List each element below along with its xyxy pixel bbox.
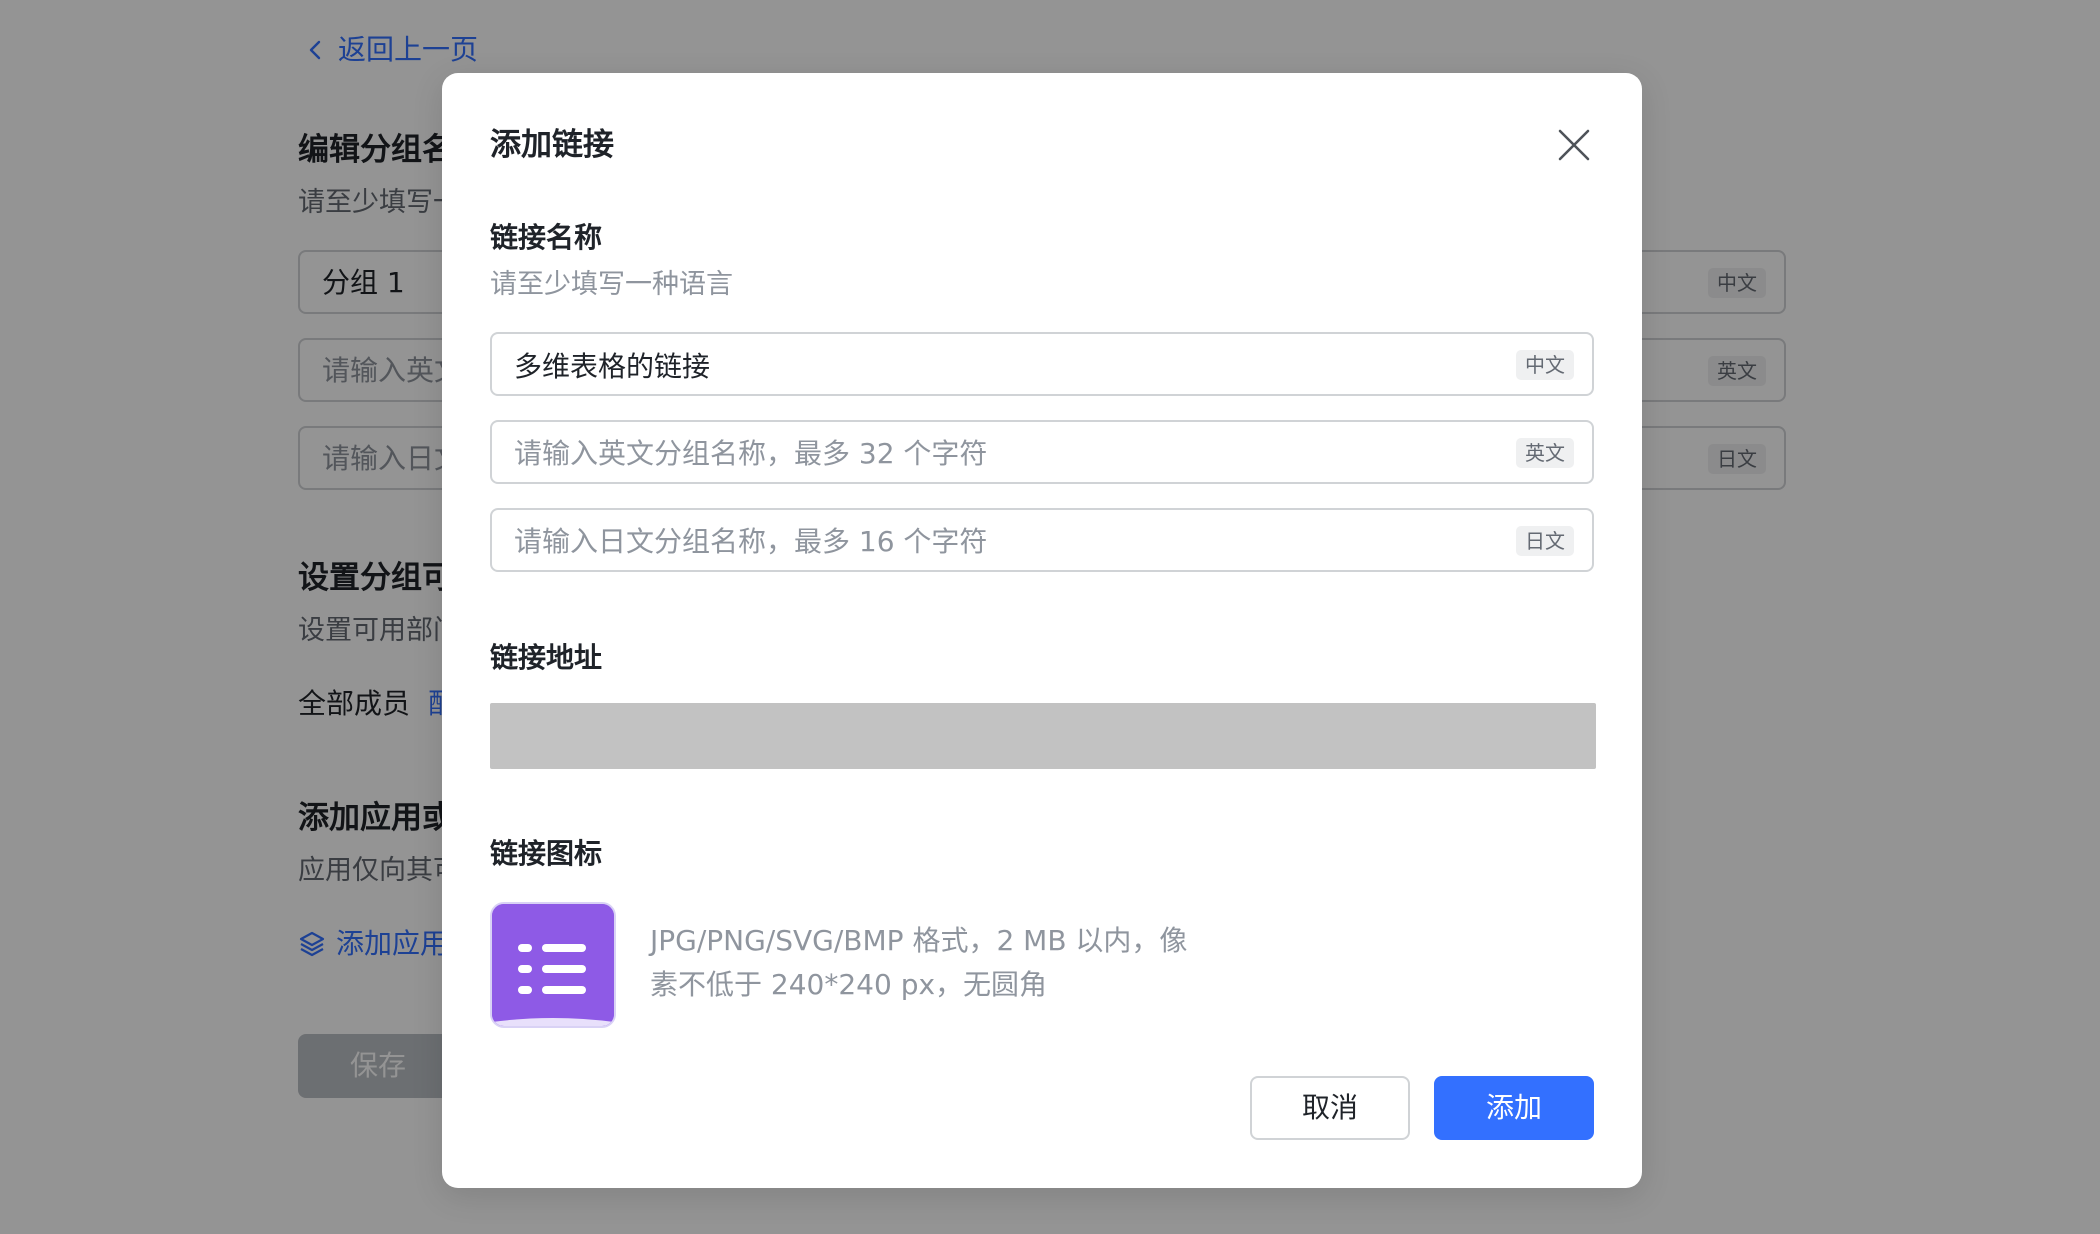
link-icon-description: JPG/PNG/SVG/BMP 格式，2 MB 以内，像素不低于 240*240…	[650, 924, 1188, 1001]
link-name-ja-input[interactable]	[514, 520, 1454, 562]
close-icon	[1558, 129, 1590, 161]
add-link-dialog: 添加链接 链接名称 请至少填写一种语言 中文 英文 日文 链接地址 链接图标 J…	[442, 73, 1642, 1188]
link-url-input[interactable]	[490, 703, 1596, 769]
link-name-en-field: 英文	[490, 420, 1594, 484]
link-name-zh-field: 中文	[490, 332, 1594, 396]
add-button[interactable]: 添加	[1434, 1076, 1594, 1140]
close-button[interactable]	[1554, 125, 1594, 165]
link-icon-label: 链接图标	[490, 837, 603, 870]
link-url-label: 链接地址	[490, 641, 603, 674]
link-name-label: 链接名称	[490, 221, 603, 254]
cancel-button[interactable]: 取消	[1250, 1076, 1410, 1140]
list-icon	[492, 904, 614, 1026]
lang-tag-zh: 中文	[1516, 350, 1574, 380]
lang-tag-en: 英文	[1516, 438, 1574, 468]
dialog-title: 添加链接	[490, 127, 614, 163]
link-name-zh-input[interactable]	[514, 344, 1454, 386]
lang-tag-ja: 日文	[1516, 526, 1574, 556]
link-name-ja-field: 日文	[490, 508, 1594, 572]
link-name-en-input[interactable]	[514, 432, 1454, 474]
link-icon-upload[interactable]	[490, 902, 616, 1028]
link-name-hint: 请至少填写一种语言	[490, 269, 733, 300]
